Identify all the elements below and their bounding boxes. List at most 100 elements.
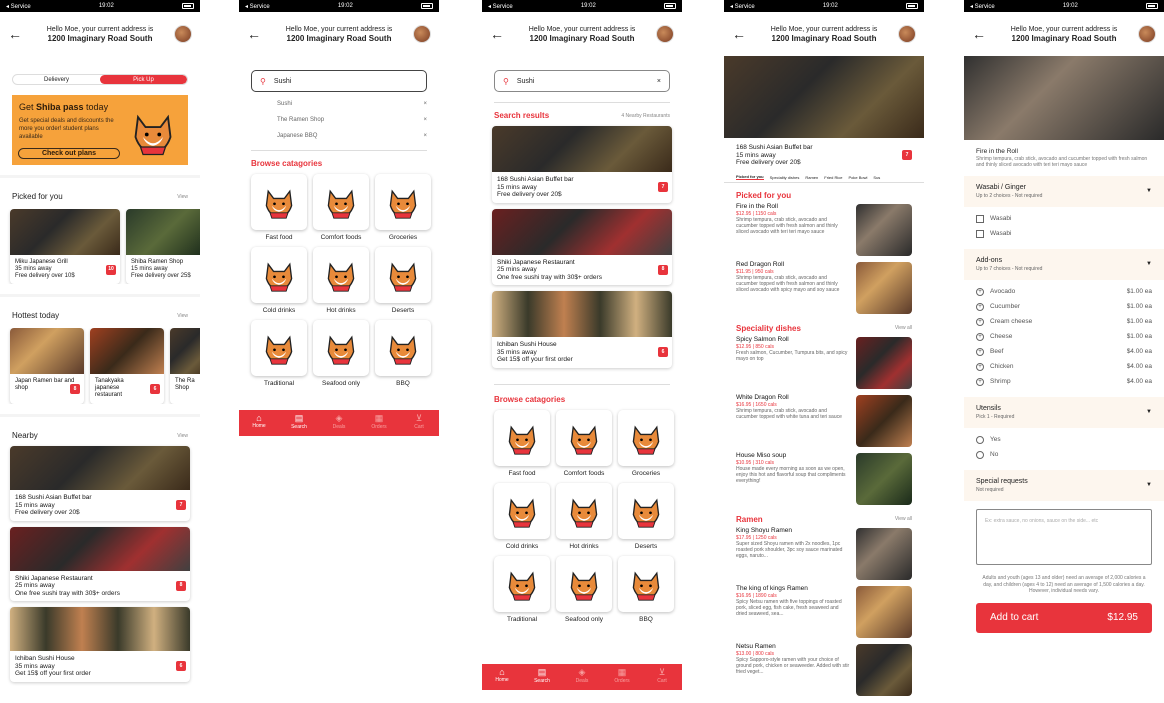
pickup-option[interactable]: Pick Up [100, 75, 187, 84]
radio-button[interactable] [976, 450, 984, 459]
close-icon[interactable]: × [423, 101, 427, 107]
tab-deals[interactable]: ◈ Deals [319, 410, 359, 436]
category-tile[interactable]: Traditional [494, 555, 550, 623]
menu-tab[interactable]: Poke Bowl [849, 175, 868, 180]
checkbox[interactable] [976, 214, 984, 223]
plus-icon[interactable]: + [976, 302, 984, 311]
radio-button[interactable] [976, 435, 984, 444]
option-row[interactable]: + Chicken $4.00 ea [964, 359, 1164, 374]
option-row[interactable]: + Cream cheese $1.00 ea [964, 314, 1164, 329]
menu-item[interactable]: White Dragon Roll $16.95 | 1650 cals Shrim… [724, 391, 924, 449]
address-block[interactable]: Hello Moe, your current address is 1200 I… [508, 25, 656, 43]
restaurant-card[interactable]: Shiki Japanese Restaurant 25 mins away One… [492, 208, 672, 285]
option-row[interactable]: + Shrimp $4.00 ea [964, 374, 1164, 389]
close-icon[interactable]: × [423, 133, 427, 139]
avatar[interactable] [174, 25, 192, 43]
category-tile[interactable]: Seafood only [556, 555, 612, 623]
option-row[interactable]: Wasabi [964, 211, 1164, 226]
tab-cart[interactable]: ⊻ Cart [642, 664, 682, 690]
category-tile[interactable]: BBQ [618, 555, 674, 623]
menu-tab[interactable]: Sus [873, 175, 880, 180]
tab-orders[interactable]: ▦ Orders [602, 664, 642, 690]
category-tile[interactable]: Groceries [375, 174, 431, 241]
tab-deals[interactable]: ◈ Deals [562, 664, 602, 690]
restaurant-card[interactable]: 168 Sushi Asian Buffet bar 15 mins away Fr… [10, 446, 190, 521]
address-block[interactable]: Hello Moe, your current address is 1200 I… [265, 25, 413, 43]
check-out-plans-button[interactable]: Check out plans [18, 148, 120, 159]
back-arrow-icon[interactable]: ← [490, 26, 508, 42]
option-row[interactable]: + Cucumber $1.00 ea [964, 299, 1164, 314]
category-tile[interactable]: Cold drinks [494, 482, 550, 550]
restaurant-card[interactable]: Ichiban Sushi House 35 mins away Get 15$ o… [10, 607, 190, 682]
category-tile[interactable]: BBQ [375, 320, 431, 387]
restaurant-card[interactable]: Miku Japanese Grill 35 mins away Free deli… [10, 209, 120, 284]
menu-item[interactable]: The king of kings Ramen $16.95 | 1890 cal… [724, 582, 924, 640]
back-arrow-icon[interactable]: ← [8, 26, 26, 42]
option-row[interactable]: + Avocado $1.00 ea [964, 284, 1164, 299]
option-group-header[interactable]: Add-ons Up to 7 choices - Not required ▼ [964, 249, 1164, 280]
restaurant-card[interactable]: Tanakyaka japanese restaurant 6 [90, 328, 164, 404]
category-tile[interactable]: Cold drinks [251, 247, 307, 314]
suggestion-item[interactable]: Japanese BBQ × [277, 128, 427, 144]
category-tile[interactable]: Comfort foods [556, 409, 612, 477]
tab-search[interactable]: ▤ Search [522, 664, 562, 690]
restaurant-card[interactable]: Shiba Ramen Shop 15 mins away Free deliver… [126, 209, 200, 284]
search-input[interactable]: ⚲ Sushi [251, 70, 427, 92]
restaurant-card[interactable]: Shiki Japanese Restaurant 25 mins away One… [10, 526, 190, 601]
tab-orders[interactable]: ▦ Orders [359, 410, 399, 436]
special-requests-textarea[interactable]: Ex: extra sauce, no onions, sauce on the… [976, 509, 1152, 565]
category-tile[interactable]: Groceries [618, 409, 674, 477]
tab-cart[interactable]: ⊻ Cart [399, 410, 439, 436]
view-link[interactable]: View [177, 313, 188, 319]
clear-icon[interactable]: × [657, 78, 661, 85]
add-to-cart-button[interactable]: Add to cart $12.95 [976, 602, 1152, 633]
menu-item[interactable]: Red Dragon Roll $11.95 | 950 cals Shrimp t… [724, 258, 924, 316]
checkbox[interactable] [976, 229, 984, 238]
category-tile[interactable]: Fast food [494, 409, 550, 477]
plus-icon[interactable]: + [976, 377, 984, 386]
avatar[interactable] [1138, 25, 1156, 43]
menu-item[interactable]: House Miso soup $10.95 | 310 cals House ma… [724, 449, 924, 507]
option-row[interactable]: No [964, 447, 1164, 462]
category-tile[interactable]: Hot drinks [313, 247, 369, 314]
restaurant-card[interactable]: Ichiban Sushi House 35 mins away Get 15$ o… [492, 291, 672, 368]
plus-icon[interactable]: + [976, 332, 984, 341]
tab-search[interactable]: ▤ Search [279, 410, 319, 436]
restaurant-card[interactable]: 168 Sushi Asian Buffet bar 15 mins away Fr… [492, 126, 672, 203]
delivery-option[interactable]: Delievery [13, 75, 100, 84]
menu-item[interactable]: Spicy Salmon Roll $12.95 | 850 cals Fresh … [724, 333, 924, 391]
option-row[interactable]: + Cheese $1.00 ea [964, 329, 1164, 344]
menu-tab[interactable]: Picked for you [736, 174, 764, 180]
tab-home[interactable]: ⌂ Home [482, 664, 522, 690]
view-link[interactable]: View [177, 194, 188, 200]
category-tile[interactable]: Comfort foods [313, 174, 369, 241]
category-tile[interactable]: Hot drinks [556, 482, 612, 550]
plus-icon[interactable]: + [976, 347, 984, 356]
search-input[interactable]: ⚲ Sushi × [494, 70, 670, 92]
back-arrow-icon[interactable]: ← [972, 26, 990, 42]
option-row[interactable]: + Beef $4.00 ea [964, 344, 1164, 359]
suggestion-item[interactable]: Sushi × [277, 96, 427, 112]
plus-icon[interactable]: + [976, 317, 984, 326]
plus-icon[interactable]: + [976, 287, 984, 296]
option-row[interactable]: Yes [964, 432, 1164, 447]
menu-tab[interactable]: Fried Rice [824, 175, 842, 180]
avatar[interactable] [656, 25, 674, 43]
category-tile[interactable]: Fast food [251, 174, 307, 241]
option-group-header[interactable]: Utensils Pick 1 - Required ▼ [964, 397, 1164, 428]
category-tile[interactable]: Seafood only [313, 320, 369, 387]
avatar[interactable] [413, 25, 431, 43]
menu-tab[interactable]: Speciality dishes [770, 175, 800, 180]
option-group-header[interactable]: Wasabi / Ginger Up to 2 choices - Not req… [964, 176, 1164, 207]
back-arrow-icon[interactable]: ← [732, 26, 750, 42]
avatar[interactable] [898, 25, 916, 43]
close-icon[interactable]: × [423, 117, 427, 123]
address-block[interactable]: Hello Moe, your current address is 1200 I… [990, 25, 1138, 43]
back-arrow-icon[interactable]: ← [247, 26, 265, 42]
suggestion-item[interactable]: The Ramen Shop × [277, 112, 427, 128]
address-block[interactable]: Hello Moe, your current address is 1200 I… [750, 25, 898, 43]
menu-tab[interactable]: Ramen [805, 175, 818, 180]
category-tile[interactable]: Deserts [618, 482, 674, 550]
tab-home[interactable]: ⌂ Home [239, 410, 279, 436]
view-all-link[interactable]: View all [895, 516, 912, 522]
